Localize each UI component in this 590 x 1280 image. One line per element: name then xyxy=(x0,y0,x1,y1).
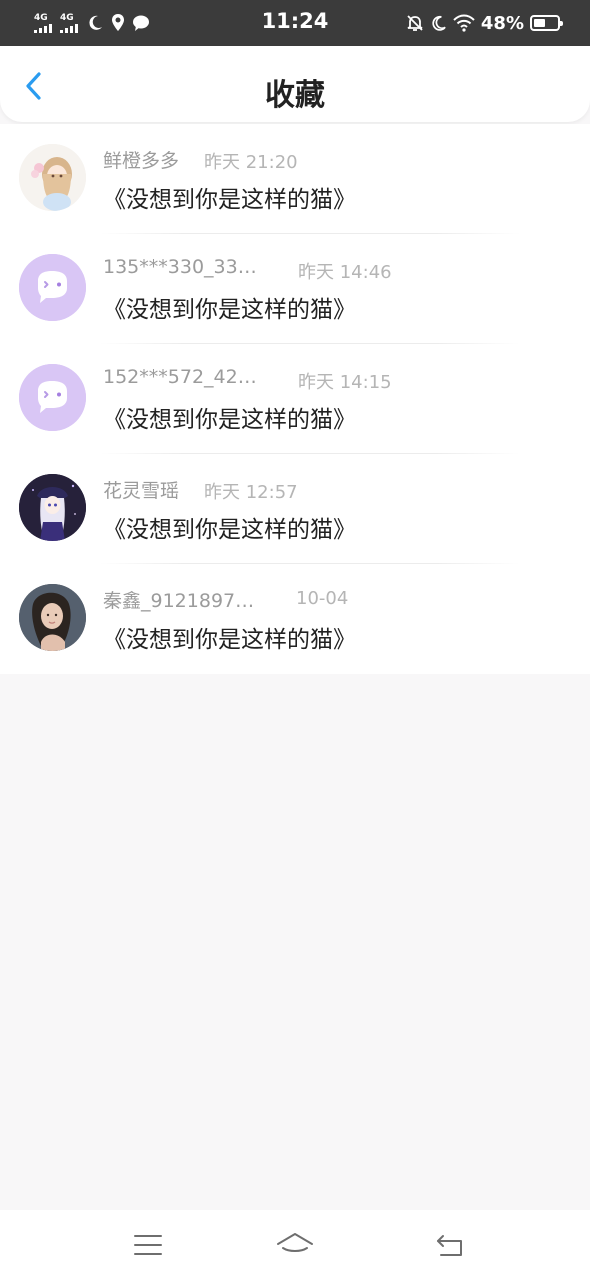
item-book-title: 《没想到你是这样的猫》 xyxy=(103,407,356,433)
item-username: 鲜橙多多 xyxy=(103,150,180,172)
avatar[interactable] xyxy=(19,144,86,211)
wifi-icon xyxy=(453,14,475,32)
avatar[interactable] xyxy=(19,254,86,321)
item-book-title: 《没想到你是这样的猫》 xyxy=(103,187,356,213)
battery-percent: 48% xyxy=(480,12,524,34)
chat-bubble-avatar-icon xyxy=(19,254,86,321)
list-item[interactable]: 鲜橙多多 昨天 21:20 《没想到你是这样的猫》 xyxy=(0,124,590,234)
item-username: 花灵雪瑶 xyxy=(103,480,180,502)
list-item[interactable]: 花灵雪瑶 昨天 12:57 《没想到你是这样的猫》 xyxy=(0,454,590,564)
item-time: 10-04 xyxy=(296,588,349,609)
item-time: 昨天 21:20 xyxy=(204,152,298,173)
photo-avatar-icon xyxy=(19,584,86,651)
bell-off-icon xyxy=(407,15,423,31)
menu-button[interactable] xyxy=(128,1228,168,1262)
anime-dark-avatar-icon xyxy=(19,474,86,541)
home-button[interactable] xyxy=(275,1228,315,1262)
battery-fill xyxy=(534,19,545,27)
list-item[interactable]: 秦鑫_9121897… 10-04 《没想到你是这样的猫》 xyxy=(0,564,590,674)
item-username: 135***330_33… xyxy=(103,256,257,278)
back-arrow-icon xyxy=(437,1235,462,1256)
item-username: 秦鑫_9121897… xyxy=(103,590,255,612)
system-nav-bar xyxy=(0,1210,590,1280)
item-book-title: 《没想到你是这样的猫》 xyxy=(103,627,356,653)
back-nav-button[interactable] xyxy=(430,1228,470,1262)
list-item[interactable]: 152***572_42… 昨天 14:15 《没想到你是这样的猫》 xyxy=(0,344,590,454)
item-time: 昨天 14:46 xyxy=(298,262,392,283)
item-time: 昨天 14:15 xyxy=(298,372,392,393)
item-book-title: 《没想到你是这样的猫》 xyxy=(103,517,356,543)
list-item[interactable]: 135***330_33… 昨天 14:46 《没想到你是这样的猫》 xyxy=(0,234,590,344)
status-bar: 4G 4G 11:24 48% xyxy=(0,0,590,46)
battery-icon xyxy=(530,15,563,31)
page-title: 收藏 xyxy=(265,78,325,113)
chat-bubble-avatar-icon xyxy=(19,364,86,431)
anime-girl-avatar-icon xyxy=(19,144,86,211)
item-time: 昨天 12:57 xyxy=(204,482,298,503)
menu-icon xyxy=(134,1235,162,1255)
avatar[interactable] xyxy=(19,474,86,541)
favorites-list: 鲜橙多多 昨天 21:20 《没想到你是这样的猫》 135***330_33… … xyxy=(0,124,590,674)
item-book-title: 《没想到你是这样的猫》 xyxy=(103,297,356,323)
avatar[interactable] xyxy=(19,584,86,651)
item-username: 152***572_42… xyxy=(103,366,257,388)
header-bar: 收藏 xyxy=(0,46,590,122)
moon-icon xyxy=(432,15,446,31)
avatar[interactable] xyxy=(19,364,86,431)
home-icon xyxy=(277,1233,313,1252)
status-right: 48% xyxy=(406,10,563,36)
